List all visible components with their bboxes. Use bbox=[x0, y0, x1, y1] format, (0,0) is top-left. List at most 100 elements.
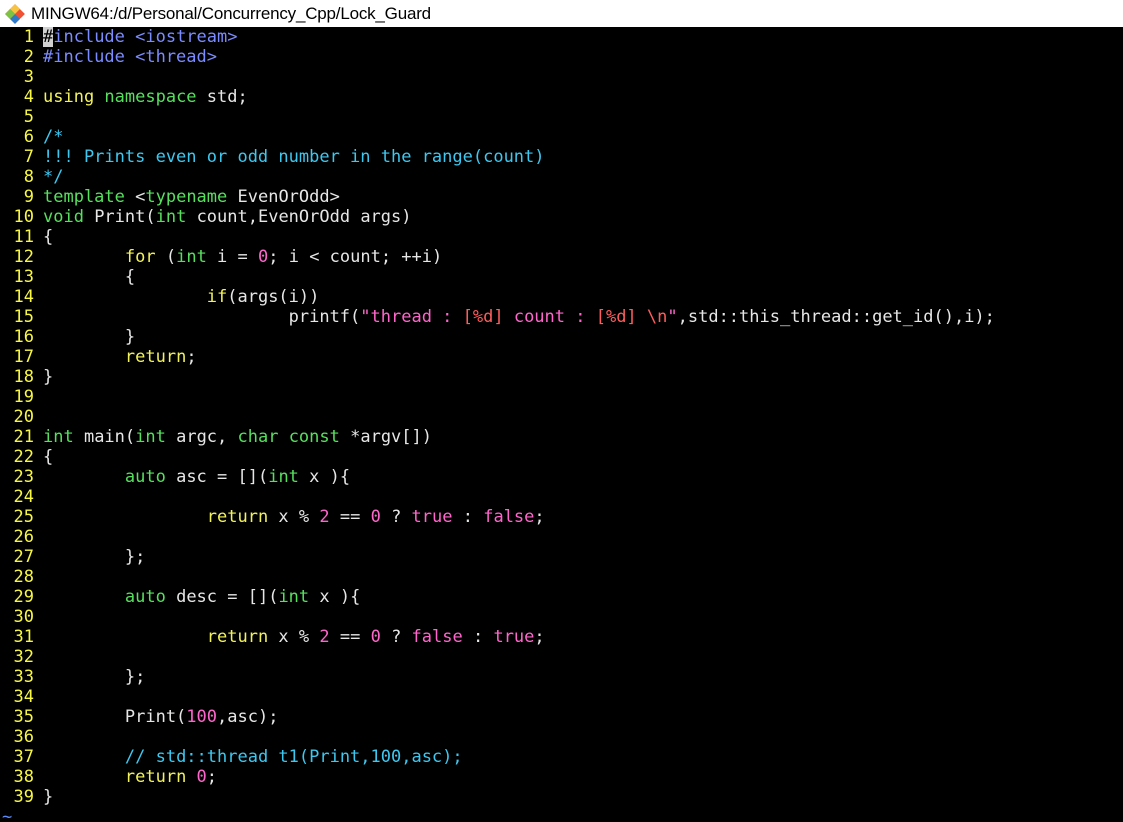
code-token: #include <thread> bbox=[43, 47, 217, 67]
code-token: Print( bbox=[94, 207, 156, 227]
code-line[interactable]: 29 auto desc = [](int x ){ bbox=[0, 587, 1123, 607]
code-line[interactable]: 34 bbox=[0, 687, 1123, 707]
code-token: [%d] \n bbox=[595, 307, 668, 327]
line-number: 24 bbox=[13, 487, 34, 507]
code-line[interactable]: 7 !!! Prints even or odd number in the ra… bbox=[0, 147, 1123, 167]
code-token: i = bbox=[217, 247, 258, 267]
line-number: 4 bbox=[23, 87, 34, 107]
code-line[interactable]: 36 bbox=[0, 727, 1123, 747]
code-lines: 1 #include <iostream> 2 #include <thread> 3 4… bbox=[0, 27, 1123, 807]
text-cursor: # bbox=[43, 27, 54, 47]
vim-editor[interactable]: 1 #include <iostream> 2 #include <thread> 3 4… bbox=[0, 27, 1123, 822]
code-line[interactable]: 11 { bbox=[0, 227, 1123, 247]
code-line[interactable]: 27 }; bbox=[0, 547, 1123, 567]
code-token: ,std::this_thread::get_id(),i); bbox=[677, 307, 995, 327]
code-line[interactable]: 19 bbox=[0, 387, 1123, 407]
code-token: /* bbox=[43, 127, 64, 147]
code-text: return; bbox=[43, 347, 197, 367]
code-line[interactable]: 12 for (int i = 0; i < count; ++i) bbox=[0, 247, 1123, 267]
code-token: : bbox=[462, 627, 494, 647]
code-text: */ bbox=[43, 167, 63, 187]
code-line[interactable]: 23 auto asc = [](int x ){ bbox=[0, 467, 1123, 487]
code-line[interactable]: 22 { bbox=[0, 447, 1123, 467]
code-text: printf("thread : [%d] count : [%d] \n",s… bbox=[43, 307, 995, 327]
code-line[interactable]: 35 Print(100,asc); bbox=[0, 707, 1123, 727]
code-text: }; bbox=[43, 667, 145, 687]
code-token: 0 bbox=[370, 627, 381, 647]
code-text: Print(100,asc); bbox=[43, 707, 279, 727]
code-line[interactable]: 33 }; bbox=[0, 667, 1123, 687]
code-token: ; bbox=[534, 627, 545, 647]
code-line[interactable]: 38 return 0; bbox=[0, 767, 1123, 787]
code-line[interactable]: 4 using namespace std; bbox=[0, 87, 1123, 107]
code-text: for (int i = 0; i < count; ++i) bbox=[43, 247, 442, 267]
code-line[interactable]: 16 } bbox=[0, 327, 1123, 347]
code-line[interactable]: 15 printf("thread : [%d] count : [%d] \n… bbox=[0, 307, 1123, 327]
code-token: int bbox=[135, 427, 177, 447]
title-bar[interactable]: MINGW64:/d/Personal/Concurrency_Cpp/Lock… bbox=[0, 0, 1123, 27]
code-token: // std::thread t1(Print,100,asc); bbox=[124, 747, 463, 767]
code-line[interactable]: 32 bbox=[0, 647, 1123, 667]
code-token: ; bbox=[206, 767, 218, 787]
code-token: count,EvenOrOdd args) bbox=[196, 207, 412, 227]
code-line[interactable]: 20 bbox=[0, 407, 1123, 427]
line-number: 2 bbox=[23, 47, 34, 67]
code-line[interactable]: 6 /* bbox=[0, 127, 1123, 147]
code-line[interactable]: 28 bbox=[0, 567, 1123, 587]
line-number: 17 bbox=[13, 347, 34, 367]
code-token: 2 bbox=[319, 507, 330, 527]
empty-line-marker: ~ bbox=[2, 807, 13, 822]
code-line[interactable]: 31 return x % 2 == 0 ? false : true; bbox=[0, 627, 1123, 647]
code-line[interactable]: 25 return x % 2 == 0 ? true : false; bbox=[0, 507, 1123, 527]
code-token: } bbox=[43, 367, 54, 387]
code-token: auto bbox=[124, 467, 177, 487]
line-number: 23 bbox=[13, 467, 34, 487]
code-text: auto desc = [](int x ){ bbox=[43, 587, 360, 607]
line-number: 33 bbox=[13, 667, 34, 687]
code-line[interactable]: 5 bbox=[0, 107, 1123, 127]
code-line[interactable]: 14 if(args(i)) bbox=[0, 287, 1123, 307]
code-line[interactable]: 1 #include <iostream> bbox=[0, 27, 1123, 47]
code-text: void Print(int count,EvenOrOdd args) bbox=[43, 207, 412, 227]
code-text: { bbox=[43, 447, 53, 467]
code-token: : bbox=[452, 507, 484, 527]
code-line[interactable]: 9 template <typename EvenOrOdd> bbox=[0, 187, 1123, 207]
line-number: 13 bbox=[13, 267, 34, 287]
code-line[interactable]: 30 bbox=[0, 607, 1123, 627]
code-token: 100 bbox=[186, 707, 218, 727]
git-bash-icon bbox=[4, 3, 26, 25]
line-number: 7 bbox=[23, 147, 34, 167]
code-token: namespace bbox=[104, 87, 207, 107]
code-line[interactable]: 3 bbox=[0, 67, 1123, 87]
code-line[interactable]: 8 */ bbox=[0, 167, 1123, 187]
code-token: }; bbox=[43, 667, 146, 687]
line-number: 39 bbox=[13, 787, 34, 807]
code-line[interactable]: 37 // std::thread t1(Print,100,asc); bbox=[0, 747, 1123, 767]
code-line[interactable]: 10 void Print(int count,EvenOrOdd args) bbox=[0, 207, 1123, 227]
code-line[interactable]: 2 #include <thread> bbox=[0, 47, 1123, 67]
code-token: ; i < count; ++i) bbox=[268, 247, 443, 267]
code-line[interactable]: 17 return; bbox=[0, 347, 1123, 367]
code-text: using namespace std; bbox=[43, 87, 248, 107]
code-token: x ){ bbox=[319, 587, 361, 607]
code-text: auto asc = [](int x ){ bbox=[43, 467, 350, 487]
line-number: 27 bbox=[13, 547, 34, 567]
code-token: return bbox=[124, 767, 197, 787]
code-token: if bbox=[206, 287, 228, 307]
code-token: char const bbox=[237, 427, 351, 447]
code-line[interactable]: 26 bbox=[0, 527, 1123, 547]
code-line[interactable]: 21 int main(int argc, char const *argv[]) bbox=[0, 427, 1123, 447]
line-number: 35 bbox=[13, 707, 34, 727]
code-token: { bbox=[43, 267, 136, 287]
code-line[interactable]: 39} bbox=[0, 787, 1123, 807]
code-token: x % bbox=[278, 627, 320, 647]
code-token: ( bbox=[165, 247, 177, 267]
code-line[interactable]: 24 bbox=[0, 487, 1123, 507]
code-line[interactable]: 13 { bbox=[0, 267, 1123, 287]
code-token: true bbox=[493, 627, 535, 647]
code-line[interactable]: 18} bbox=[0, 367, 1123, 387]
code-token: !!! Prints even or odd number in the ran… bbox=[43, 147, 545, 167]
